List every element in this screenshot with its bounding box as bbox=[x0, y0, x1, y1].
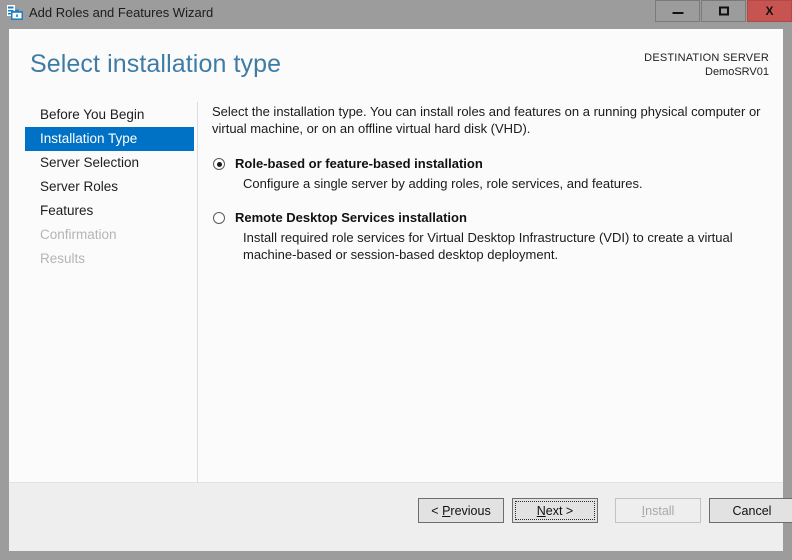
sidebar-item-before-you-begin[interactable]: Before You Begin bbox=[9, 103, 197, 127]
close-icon: X bbox=[765, 4, 774, 18]
server-roles-icon bbox=[6, 4, 24, 22]
cancel-button[interactable]: Cancel bbox=[709, 498, 792, 523]
next-button[interactable]: Next > bbox=[512, 498, 598, 523]
sidebar-item-results: Results bbox=[40, 251, 86, 266]
option-remote-desktop-services-label: Remote Desktop Services installation bbox=[235, 210, 467, 225]
main-content: Select the installation type. You can in… bbox=[212, 103, 768, 281]
page-title: Select installation type bbox=[30, 50, 282, 78]
close-button[interactable]: X bbox=[747, 0, 792, 22]
intro-text: Select the installation type. You can in… bbox=[212, 104, 761, 136]
sidebar-item-server-selection[interactable]: Server Selection bbox=[9, 151, 197, 175]
installation-type-radio-group: Role-based or feature-based installation… bbox=[212, 156, 768, 263]
previous-button[interactable]: < Previous bbox=[418, 498, 504, 523]
cancel-button-label: Cancel bbox=[732, 503, 772, 518]
destination-server-value: DemoSRV01 bbox=[705, 66, 769, 78]
title-bar[interactable]: Add Roles and Features Wizard X bbox=[0, 0, 792, 28]
minimize-button[interactable] bbox=[655, 0, 700, 22]
install-button-label: Install bbox=[641, 503, 675, 518]
destination-server-block: DESTINATION SERVER DemoSRV01 bbox=[644, 51, 769, 79]
radio-role-based-icon[interactable] bbox=[213, 158, 225, 170]
sidebar-item-installation-type[interactable]: Installation Type bbox=[25, 127, 194, 151]
previous-button-label: < Previous bbox=[431, 503, 491, 518]
wizard-footer: < Previous Next > Install Cancel bbox=[9, 483, 792, 551]
option-remote-desktop-services[interactable]: Remote Desktop Services installation Ins… bbox=[212, 210, 768, 263]
sidebar-item-features[interactable]: Features bbox=[9, 199, 197, 223]
radio-remote-desktop-services-icon[interactable] bbox=[213, 212, 225, 224]
maximize-button[interactable] bbox=[701, 0, 746, 22]
option-remote-desktop-services-description: Install required role services for Virtu… bbox=[243, 230, 733, 262]
next-button-label: Next > bbox=[536, 503, 574, 518]
install-button: Install bbox=[615, 498, 701, 523]
wizard-steps-nav: Before You Begin Installation Type Serve… bbox=[9, 103, 197, 515]
sidebar-item-confirmation: Confirmation bbox=[40, 227, 117, 242]
option-role-based-label: Role-based or feature-based installation bbox=[235, 156, 483, 171]
maximize-icon bbox=[718, 6, 729, 16]
minimize-icon bbox=[672, 12, 683, 14]
sidebar-divider bbox=[197, 102, 198, 514]
option-role-based[interactable]: Role-based or feature-based installation… bbox=[212, 156, 768, 192]
option-role-based-description: Configure a single server by adding role… bbox=[243, 176, 643, 191]
wizard-client-area: Select installation type DESTINATION SER… bbox=[9, 29, 792, 551]
window-title: Add Roles and Features Wizard bbox=[29, 5, 214, 20]
sidebar-item-server-roles[interactable]: Server Roles bbox=[9, 175, 197, 199]
destination-server-label: DESTINATION SERVER bbox=[644, 52, 769, 64]
wizard-window: Add Roles and Features Wizard X Select i… bbox=[0, 0, 792, 560]
